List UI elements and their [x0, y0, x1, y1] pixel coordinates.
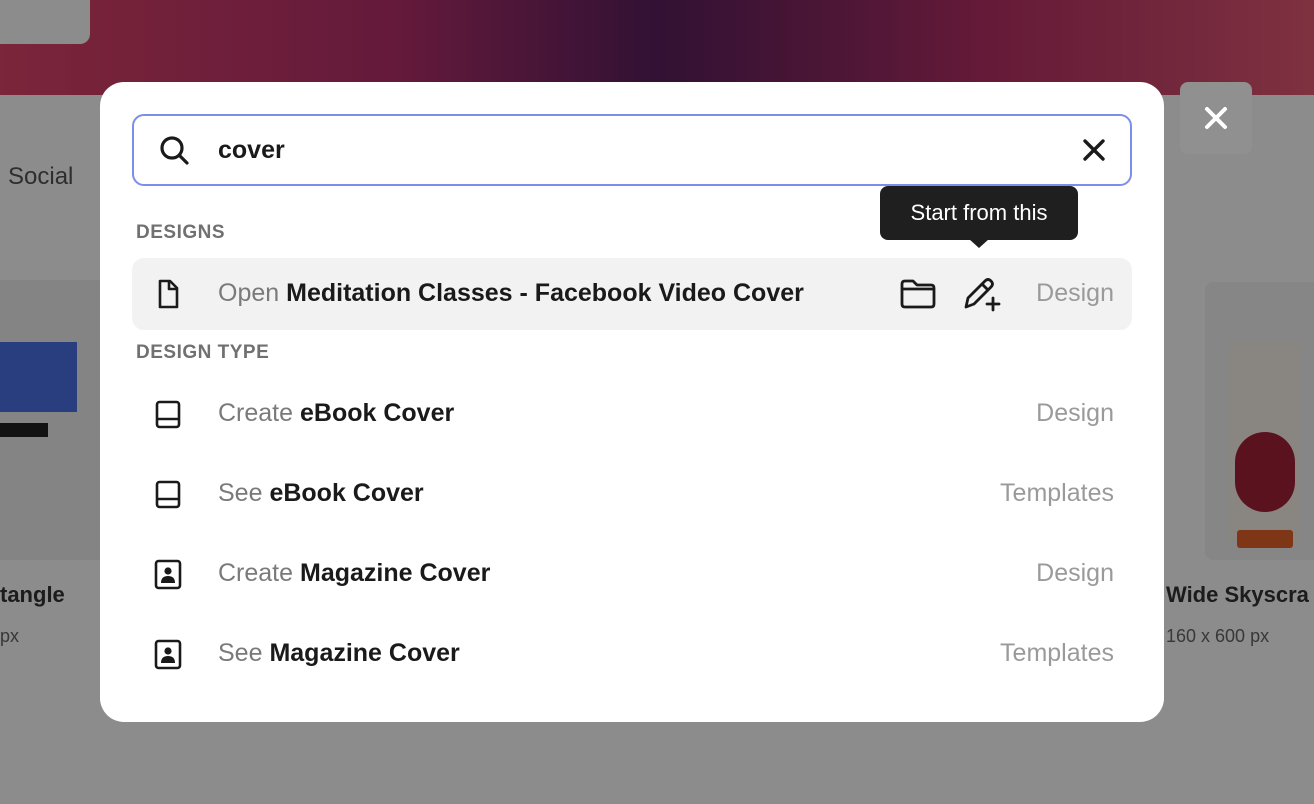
result-row-text: Create eBook Cover — [218, 399, 454, 428]
result-row-open-design[interactable]: Open Meditation Classes - Facebook Video… — [132, 258, 1132, 330]
magazine-icon — [154, 559, 182, 590]
edit-plus-icon[interactable] — [960, 274, 1002, 314]
result-row-text: See Magazine Cover — [218, 639, 460, 668]
result-kind: Design — [1036, 559, 1114, 587]
result-name: Magazine Cover — [300, 559, 491, 587]
result-kind: Templates — [1000, 639, 1114, 667]
result-verb: Create — [218, 559, 294, 587]
result-row-create-magazine[interactable]: Create Magazine Cover Design — [132, 538, 1132, 610]
result-verb: See — [218, 639, 263, 667]
folder-icon[interactable] — [898, 276, 938, 312]
search-icon — [160, 136, 189, 165]
result-row-text: Create Magazine Cover — [218, 559, 490, 588]
clear-search-icon[interactable] — [1082, 138, 1106, 162]
result-row-see-magazine[interactable]: See Magazine Cover Templates — [132, 618, 1132, 690]
close-search-button[interactable] — [1180, 82, 1252, 154]
result-name: eBook Cover — [300, 399, 455, 427]
start-from-this-tooltip: Start from this — [880, 186, 1078, 248]
result-name: eBook Cover — [269, 479, 424, 507]
close-icon — [1205, 107, 1227, 129]
result-verb: Create — [218, 399, 294, 427]
section-title-designs: DESIGNS — [136, 222, 226, 243]
result-name: Meditation Classes - Facebook Video Cove… — [286, 279, 804, 307]
search-modal: DESIGNS Open Meditation Classes - Facebo… — [100, 82, 1164, 722]
result-kind: Design — [1036, 279, 1114, 307]
result-row-text: Open Meditation Classes - Facebook Video… — [218, 279, 804, 308]
search-box[interactable] — [132, 114, 1132, 186]
book-icon — [155, 480, 181, 509]
result-verb: Open — [218, 279, 280, 307]
search-input[interactable] — [218, 130, 1058, 170]
result-verb: See — [218, 479, 263, 507]
section-title-design-type: DESIGN TYPE — [136, 342, 270, 363]
result-name: Magazine Cover — [269, 639, 460, 667]
result-row-see-ebook[interactable]: See eBook Cover Templates — [132, 458, 1132, 530]
document-icon — [158, 279, 179, 309]
result-kind: Design — [1036, 399, 1114, 427]
result-kind: Templates — [1000, 479, 1114, 507]
magazine-icon — [154, 639, 182, 670]
result-row-create-ebook[interactable]: Create eBook Cover Design — [132, 378, 1132, 450]
result-row-text: See eBook Cover — [218, 479, 424, 508]
book-icon — [155, 400, 181, 429]
